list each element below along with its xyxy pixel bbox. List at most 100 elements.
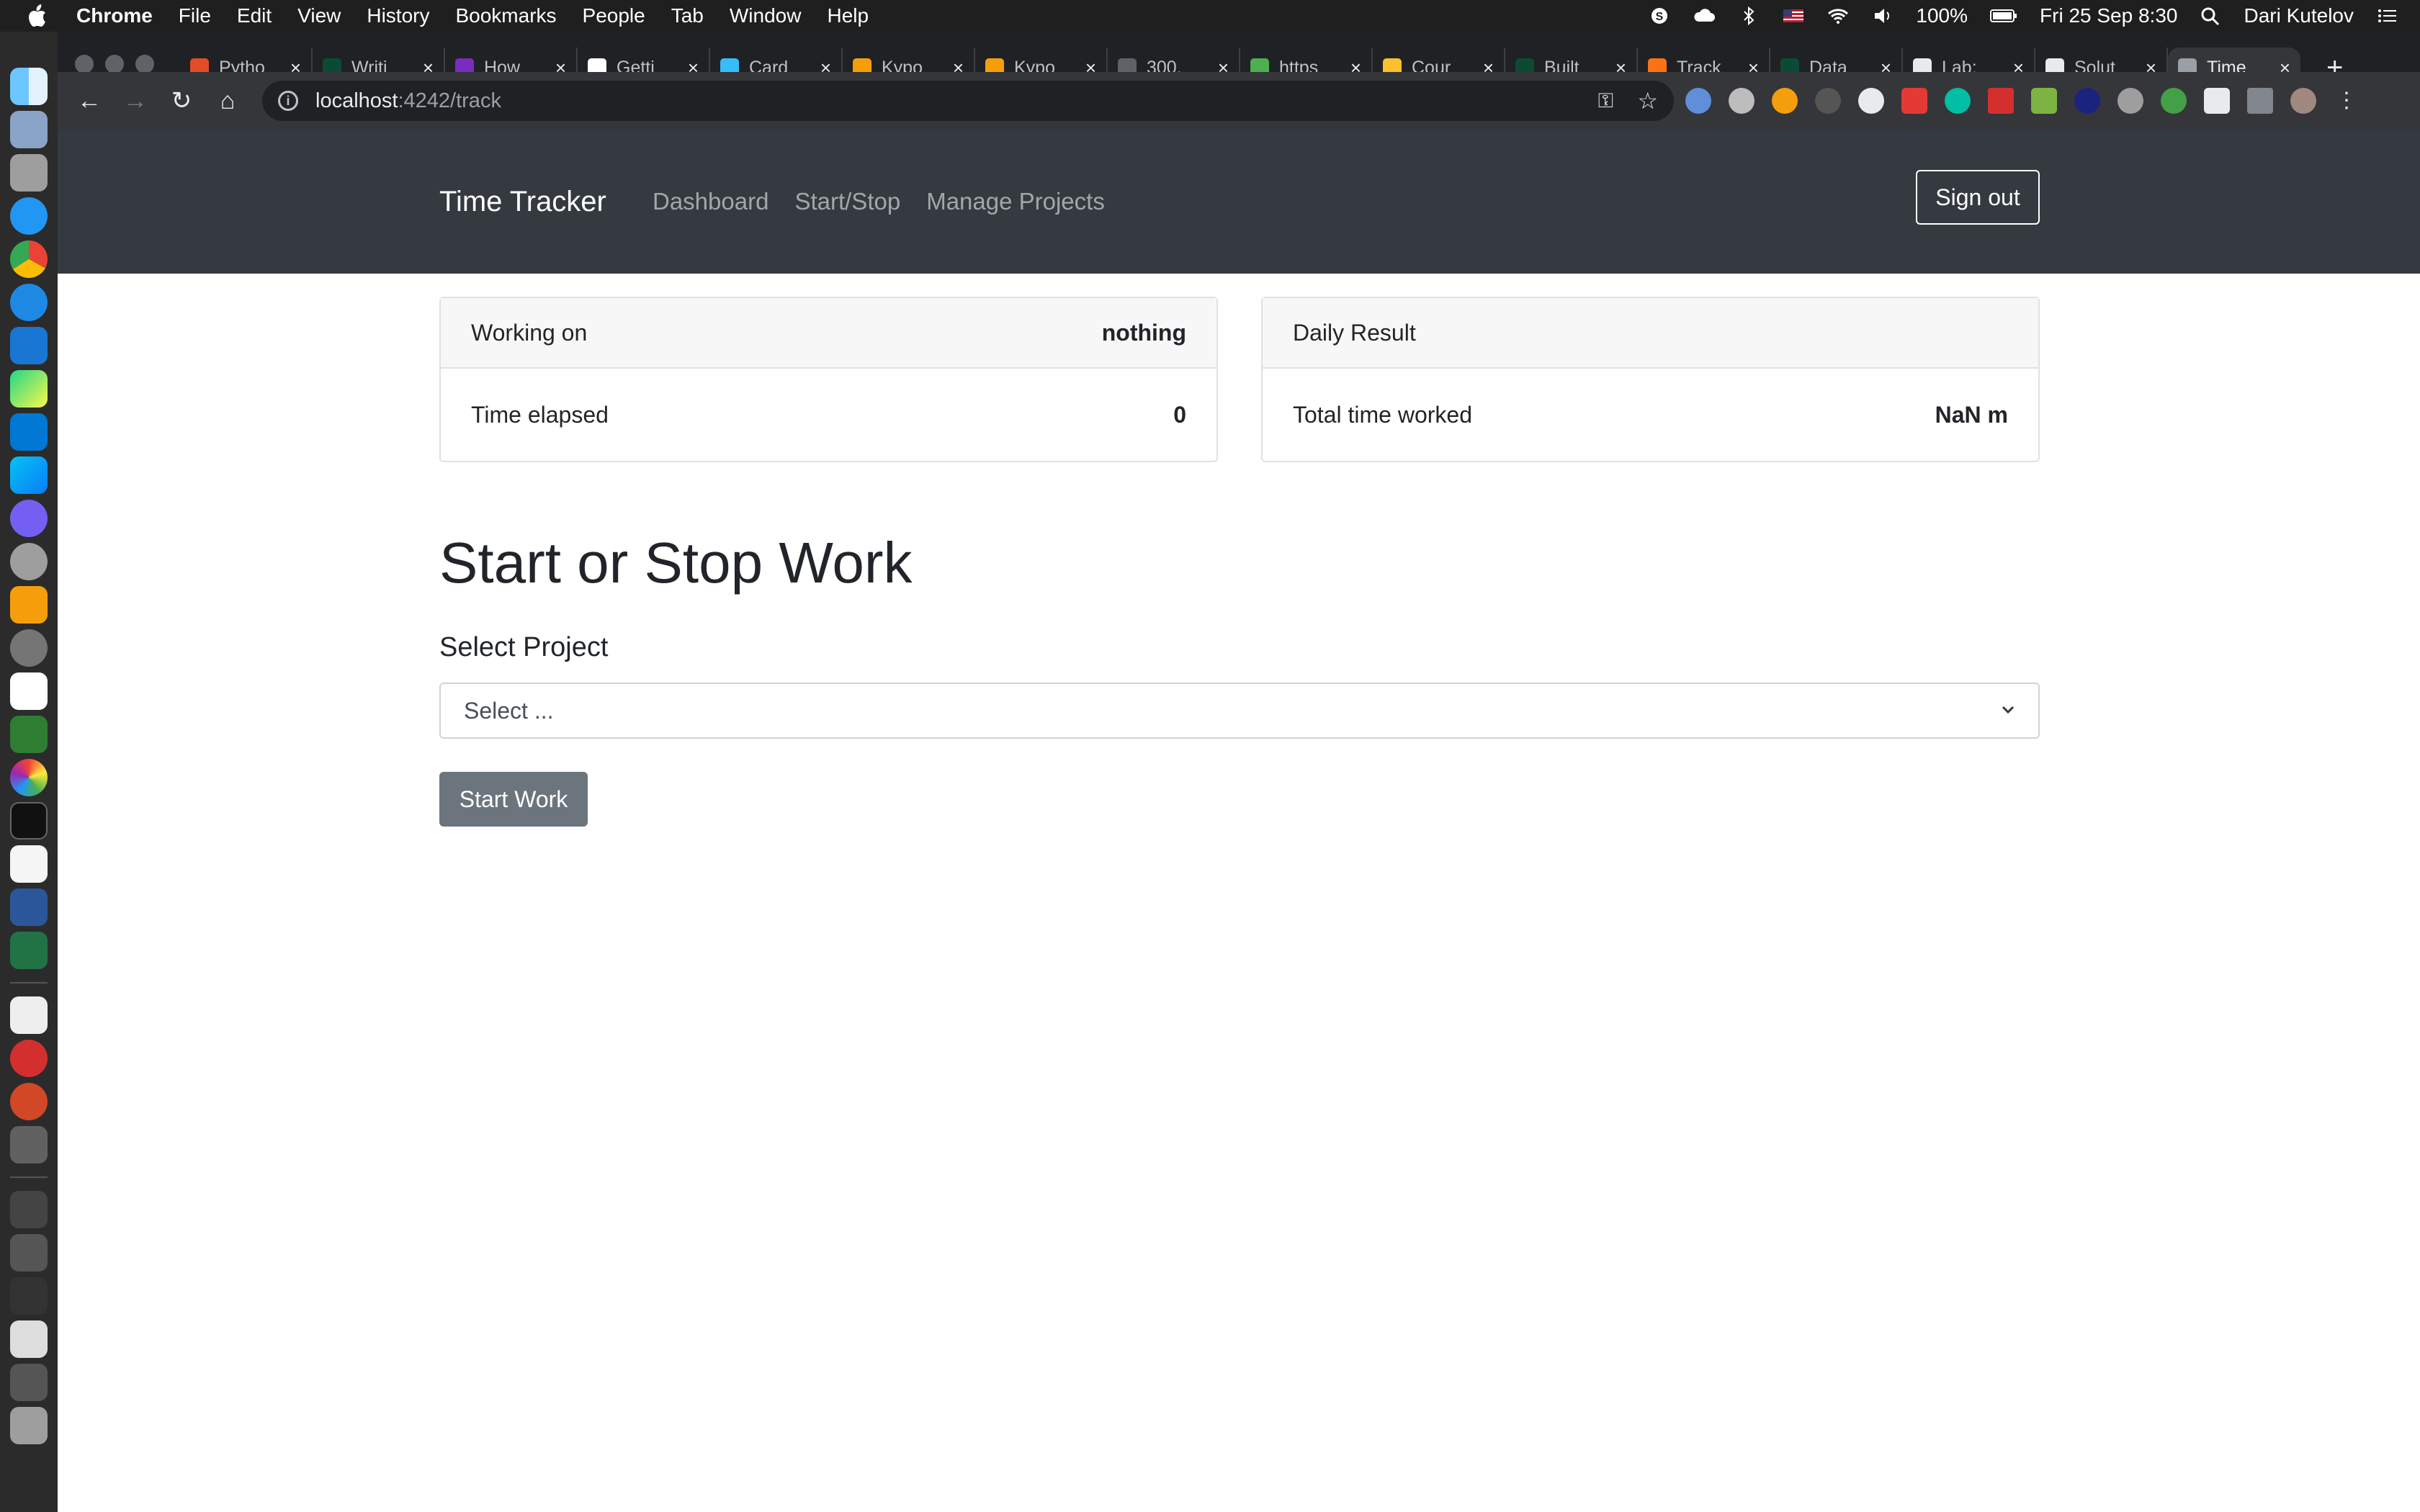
extension-icon[interactable] (1815, 88, 1841, 114)
bluetooth-icon[interactable] (1737, 6, 1760, 26)
launchpad-icon[interactable] (10, 543, 48, 580)
forward-button[interactable]: → (121, 86, 150, 115)
cors-extension-icon[interactable] (2031, 88, 2057, 114)
menu-bookmarks[interactable]: Bookmarks (455, 4, 556, 27)
system-preferences-icon[interactable] (10, 629, 48, 667)
site-info-icon[interactable]: i (278, 91, 298, 111)
calendar-icon[interactable] (10, 672, 48, 710)
extension-icon[interactable] (1945, 88, 1971, 114)
vue-devtools-icon[interactable] (2118, 88, 2143, 114)
flag-us-icon[interactable] (1782, 6, 1805, 26)
minimize-window-button[interactable] (105, 55, 124, 73)
viber-icon[interactable] (10, 500, 48, 537)
notification-center-icon[interactable] (2375, 6, 2398, 26)
extension-icon[interactable] (1988, 88, 2014, 114)
minimized-window-icon[interactable] (10, 1277, 48, 1315)
back-button[interactable]: ← (75, 86, 104, 115)
macos-menu-bar: Chrome File Edit View History Bookmarks … (0, 0, 2420, 32)
safari-icon[interactable] (10, 197, 48, 235)
menu-window[interactable]: Window (730, 4, 802, 27)
menu-view[interactable]: View (297, 4, 341, 27)
finder-icon[interactable] (10, 68, 48, 105)
close-window-button[interactable] (75, 55, 94, 73)
working-on-label: Working on (471, 319, 588, 346)
word-icon[interactable] (10, 888, 48, 926)
zoom-window-button[interactable] (135, 55, 154, 73)
volume-icon[interactable] (1871, 6, 1894, 26)
nav-start-stop[interactable]: Start/Stop (794, 130, 900, 274)
powerpoint-icon[interactable] (10, 1083, 48, 1120)
vscode-icon[interactable] (10, 413, 48, 451)
extensions-puzzle-icon[interactable] (2204, 88, 2230, 114)
terminal-icon[interactable] (10, 802, 48, 840)
daily-result-body: Total time worked NaN m (1263, 369, 2038, 461)
chevron-down-icon (2002, 706, 2015, 714)
menu-people[interactable]: People (583, 4, 645, 27)
status-card-body: Time elapsed 0 (441, 369, 1216, 461)
gear-extension-icon[interactable] (1729, 88, 1754, 114)
excel-icon[interactable] (10, 932, 48, 969)
battery-icon[interactable] (1989, 6, 2018, 26)
chrome-window: Pytho × Writi × How × Getti × Card × Kypo × Kypo × 300… (58, 32, 2420, 1512)
start-work-button[interactable]: Start Work (439, 772, 588, 827)
app-navbar: Time Tracker Dashboard Start/Stop Manage… (58, 130, 2420, 274)
minimized-window-icon[interactable] (10, 1320, 48, 1358)
project-select[interactable]: Select ... (439, 683, 2040, 739)
reload-button[interactable]: ↻ (167, 86, 196, 115)
menu-edit[interactable]: Edit (237, 4, 272, 27)
profile-avatar[interactable] (2290, 88, 2316, 114)
photo-app-icon[interactable] (10, 154, 48, 192)
cloud-icon[interactable] (1693, 6, 1716, 26)
bookmark-star-icon[interactable]: ☆ (1637, 87, 1658, 114)
extension-icon[interactable] (1685, 88, 1711, 114)
extension-icon[interactable] (2074, 88, 2100, 114)
chrome-icon[interactable] (10, 240, 48, 278)
menu-file[interactable]: File (179, 4, 211, 27)
project-select-value: Select ... (464, 697, 554, 724)
menu-tab[interactable]: Tab (671, 4, 704, 27)
sign-out-button[interactable]: Sign out (1916, 170, 2040, 225)
skype-icon[interactable]: S (1648, 6, 1671, 26)
extension-icon[interactable] (1772, 88, 1798, 114)
app-brand[interactable]: Time Tracker (439, 130, 606, 274)
photos-icon[interactable] (10, 759, 48, 796)
menu-history[interactable]: History (367, 4, 429, 27)
home-button[interactable]: ⌂ (213, 86, 242, 115)
extension-icon[interactable] (2161, 88, 2187, 114)
firefox-icon[interactable] (10, 284, 48, 321)
nav-dashboard[interactable]: Dashboard (653, 130, 768, 274)
document-icon[interactable] (10, 996, 48, 1034)
minimized-window-icon[interactable] (10, 1191, 48, 1228)
xcode-icon[interactable] (10, 327, 48, 364)
apple-icon[interactable] (26, 4, 48, 28)
chrome-menu-icon[interactable]: ⋮ (2334, 88, 2360, 114)
preview-icon[interactable] (10, 111, 48, 148)
user-name[interactable]: Dari Kutelov (2244, 4, 2354, 27)
key-icon[interactable]: ⚿ (1598, 89, 1613, 113)
spotlight-search-icon[interactable] (2199, 6, 2222, 26)
total-time-label: Total time worked (1293, 401, 1472, 428)
extension-icon[interactable] (1901, 88, 1927, 114)
address-bar[interactable]: i localhost:4242/track ⚿ ☆ (262, 81, 1674, 121)
web-page: Time Tracker Dashboard Start/Stop Manage… (58, 130, 2420, 1512)
select-project-label: Select Project (439, 632, 609, 662)
minimized-window-icon[interactable] (10, 1234, 48, 1272)
clock[interactable]: Fri 25 Sep 8:30 (2040, 4, 2177, 27)
daily-result-header: Daily Result (1263, 298, 2038, 369)
menu-help[interactable]: Help (827, 4, 869, 27)
sketch-icon[interactable] (10, 586, 48, 624)
textedit-icon[interactable] (10, 845, 48, 883)
menu-app-chrome[interactable]: Chrome (76, 4, 153, 27)
tab-strip: Pytho × Writi × How × Getti × Card × Kypo × Kypo × 300… (58, 32, 2420, 130)
acrobat-icon[interactable] (10, 1040, 48, 1077)
wifi-icon[interactable] (1827, 6, 1850, 26)
trash-icon[interactable] (10, 1407, 48, 1444)
automator-icon[interactable] (10, 1126, 48, 1164)
webstorm-icon[interactable] (10, 456, 48, 494)
cast-icon[interactable] (2247, 88, 2273, 114)
downloads-stack-icon[interactable] (10, 1364, 48, 1401)
nav-manage-projects[interactable]: Manage Projects (926, 130, 1105, 274)
extension-icon[interactable] (1858, 88, 1884, 114)
pycharm-icon[interactable] (10, 370, 48, 408)
numbers-icon[interactable] (10, 716, 48, 753)
